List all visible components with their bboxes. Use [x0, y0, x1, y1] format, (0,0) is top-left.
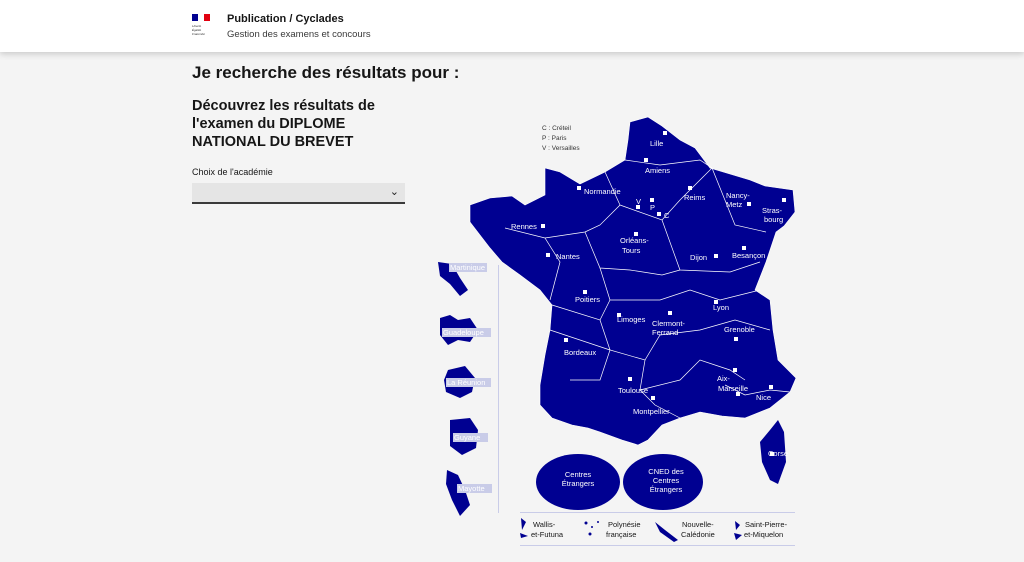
academy-label[interactable]: C [664, 211, 670, 220]
com-label[interactable]: Wallis- [533, 520, 556, 529]
circle-label[interactable]: CNED des [648, 467, 684, 476]
academy-label[interactable]: Dijon [690, 253, 707, 262]
circle-label[interactable]: Centres [565, 470, 592, 479]
academy-label[interactable]: Metz [726, 200, 743, 209]
com-label[interactable]: et-Miquelon [744, 530, 783, 539]
com-label[interactable]: Polynésie [608, 520, 641, 529]
academy-label[interactable]: P [650, 203, 655, 212]
dom-islands[interactable] [438, 262, 478, 516]
academy-label[interactable]: Aix- [717, 374, 730, 383]
academy-label[interactable]: V [636, 197, 641, 206]
academy-label[interactable]: Bordeaux [564, 348, 596, 357]
dom-label[interactable]: Mayotte [458, 484, 485, 493]
academies-map: Lille Amiens Normandie Reims Nancy- Metz… [438, 116, 797, 546]
academy-label[interactable]: Normandie [584, 187, 621, 196]
motto-line: Fraternité [192, 32, 205, 36]
academy-label[interactable]: Poitiers [575, 295, 600, 304]
site-header: Liberté Égalité Fraternité Publication /… [0, 0, 1024, 52]
exam-title: Découvrez les résultats de l'examen du D… [192, 98, 375, 150]
france-mainland[interactable] [469, 116, 797, 446]
chevron-down-icon: ⌄ [389, 186, 399, 198]
academy-label[interactable]: Amiens [645, 166, 670, 175]
academy-label[interactable]: Nantes [556, 252, 580, 261]
academy-label[interactable]: Stras- [762, 206, 783, 215]
academy-label[interactable]: Rennes [511, 222, 537, 231]
marianne-logo[interactable]: Liberté Égalité Fraternité [192, 14, 212, 40]
academy-label[interactable]: Marseille [718, 384, 748, 393]
com-label[interactable]: Calédonie [681, 530, 715, 539]
academy-label[interactable]: Orléans- [620, 236, 649, 245]
academy-label[interactable]: Clermont- [652, 319, 685, 328]
com-label[interactable]: française [606, 530, 636, 539]
academy-label[interactable]: Tours [622, 246, 641, 255]
circle-label[interactable]: Centres [653, 476, 680, 485]
site-subtitle: Gestion des examens et concours [227, 29, 371, 40]
academy-label[interactable]: Corse [768, 449, 788, 458]
academy-label[interactable]: Nice [756, 393, 771, 402]
circle-label[interactable]: Étrangers [650, 485, 683, 494]
academy-label[interactable]: Grenoble [724, 325, 755, 334]
academy-label[interactable]: Besançon [732, 251, 765, 260]
academy-label[interactable]: Limoges [617, 315, 646, 324]
academy-label[interactable]: Toulouse [618, 386, 648, 395]
dom-label[interactable]: Guyane [454, 433, 480, 442]
dom-label[interactable]: La Réunion [447, 378, 485, 387]
academy-select[interactable]: ⌄ [192, 183, 405, 204]
dom-label[interactable]: Martinique [450, 263, 485, 272]
academy-label[interactable]: Nancy- [726, 191, 750, 200]
com-label[interactable]: et-Futuna [531, 530, 564, 539]
academy-label[interactable]: bourg [764, 215, 783, 224]
academy-label[interactable]: Lyon [713, 303, 729, 312]
academy-label[interactable]: Montpellier [633, 407, 670, 416]
academy-label[interactable]: Ferrand [652, 328, 678, 337]
republic-motto: Liberté Égalité Fraternité [192, 24, 205, 36]
academy-select-label: Choix de l'académie [192, 167, 273, 177]
circle-label[interactable]: Étrangers [562, 479, 595, 488]
com-label[interactable]: Nouvelle- [682, 520, 714, 529]
site-title[interactable]: Publication / Cyclades [227, 13, 344, 25]
flag-icon [192, 14, 210, 21]
academy-label[interactable]: Lille [650, 139, 663, 148]
page-title: Je recherche des résultats pour : [192, 63, 460, 82]
dom-label[interactable]: Guadeloupe [443, 328, 484, 337]
com-label[interactable]: Saint-Pierre- [745, 520, 788, 529]
academy-label[interactable]: Reims [684, 193, 706, 202]
